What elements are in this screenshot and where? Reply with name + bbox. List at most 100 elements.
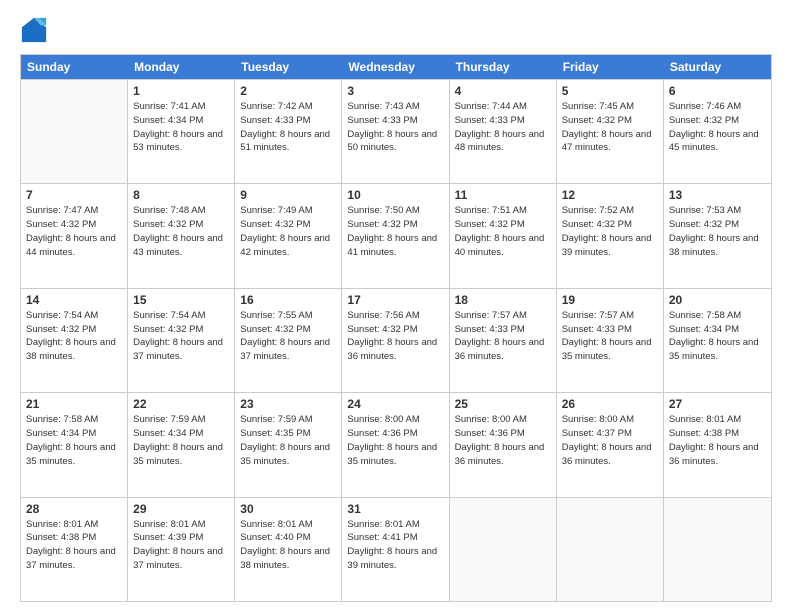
calendar-cell-17: 17 Sunrise: 7:56 AMSunset: 4:32 PMDayligh…: [342, 289, 449, 392]
day-number: 30: [240, 502, 336, 516]
day-info: Sunrise: 7:57 AMSunset: 4:33 PMDaylight:…: [455, 309, 551, 364]
calendar-cell-3: 3 Sunrise: 7:43 AMSunset: 4:33 PMDaylight…: [342, 80, 449, 183]
calendar-cell-2: 2 Sunrise: 7:42 AMSunset: 4:33 PMDaylight…: [235, 80, 342, 183]
calendar-cell-9: 9 Sunrise: 7:49 AMSunset: 4:32 PMDaylight…: [235, 184, 342, 287]
day-info: Sunrise: 7:50 AMSunset: 4:32 PMDaylight:…: [347, 204, 443, 259]
day-number: 7: [26, 188, 122, 202]
calendar-cell-13: 13 Sunrise: 7:53 AMSunset: 4:32 PMDayligh…: [664, 184, 771, 287]
day-number: 31: [347, 502, 443, 516]
calendar-row-0: 1 Sunrise: 7:41 AMSunset: 4:34 PMDaylight…: [21, 79, 771, 183]
calendar-body: 1 Sunrise: 7:41 AMSunset: 4:34 PMDaylight…: [21, 79, 771, 601]
calendar-cell-18: 18 Sunrise: 7:57 AMSunset: 4:33 PMDayligh…: [450, 289, 557, 392]
calendar-row-2: 14 Sunrise: 7:54 AMSunset: 4:32 PMDayligh…: [21, 288, 771, 392]
day-number: 6: [669, 84, 766, 98]
logo-icon: [20, 16, 48, 44]
day-number: 13: [669, 188, 766, 202]
day-number: 14: [26, 293, 122, 307]
calendar-cell-25: 25Sunrise: 8:00 AMSunset: 4:36 PMDayligh…: [450, 393, 557, 496]
day-info: Sunrise: 7:54 AMSunset: 4:32 PMDaylight:…: [26, 309, 122, 364]
header-day-monday: Monday: [128, 55, 235, 79]
day-info: Sunrise: 7:47 AMSunset: 4:32 PMDaylight:…: [26, 204, 122, 259]
calendar-cell-5: 5 Sunrise: 7:45 AMSunset: 4:32 PMDaylight…: [557, 80, 664, 183]
day-info: Sunrise: 7:42 AMSunset: 4:33 PMDaylight:…: [240, 100, 336, 155]
day-info: Sunrise: 7:58 AMSunset: 4:34 PMDaylight:…: [26, 413, 122, 468]
calendar-cell-20: 20 Sunrise: 7:58 AMSunset: 4:34 PMDayligh…: [664, 289, 771, 392]
day-info: Sunrise: 8:01 AMSunset: 4:38 PMDaylight:…: [669, 413, 766, 468]
calendar: SundayMondayTuesdayWednesdayThursdayFrid…: [20, 54, 772, 602]
day-info: Sunrise: 7:54 AMSunset: 4:32 PMDaylight:…: [133, 309, 229, 364]
day-info: Sunrise: 7:59 AMSunset: 4:34 PMDaylight:…: [133, 413, 229, 468]
calendar-cell-26: 26Sunrise: 8:00 AMSunset: 4:37 PMDayligh…: [557, 393, 664, 496]
header-day-tuesday: Tuesday: [235, 55, 342, 79]
calendar-cell-empty-4: [450, 498, 557, 601]
calendar-cell-empty-5: [557, 498, 664, 601]
calendar-row-1: 7 Sunrise: 7:47 AMSunset: 4:32 PMDaylight…: [21, 183, 771, 287]
calendar-cell-23: 23Sunrise: 7:59 AMSunset: 4:35 PMDayligh…: [235, 393, 342, 496]
day-number: 16: [240, 293, 336, 307]
day-info: Sunrise: 7:48 AMSunset: 4:32 PMDaylight:…: [133, 204, 229, 259]
day-info: Sunrise: 7:57 AMSunset: 4:33 PMDaylight:…: [562, 309, 658, 364]
header-day-thursday: Thursday: [450, 55, 557, 79]
day-number: 22: [133, 397, 229, 411]
calendar-cell-empty-6: [664, 498, 771, 601]
day-number: 10: [347, 188, 443, 202]
calendar-header: SundayMondayTuesdayWednesdayThursdayFrid…: [21, 55, 771, 79]
calendar-cell-19: 19 Sunrise: 7:57 AMSunset: 4:33 PMDayligh…: [557, 289, 664, 392]
day-number: 11: [455, 188, 551, 202]
day-info: Sunrise: 8:00 AMSunset: 4:37 PMDaylight:…: [562, 413, 658, 468]
calendar-cell-31: 31 Sunrise: 8:01 AMSunset: 4:41 PMDayligh…: [342, 498, 449, 601]
day-number: 3: [347, 84, 443, 98]
day-number: 18: [455, 293, 551, 307]
day-number: 21: [26, 397, 122, 411]
header-day-wednesday: Wednesday: [342, 55, 449, 79]
day-number: 1: [133, 84, 229, 98]
day-info: Sunrise: 8:00 AMSunset: 4:36 PMDaylight:…: [347, 413, 443, 468]
day-number: 20: [669, 293, 766, 307]
day-info: Sunrise: 7:44 AMSunset: 4:33 PMDaylight:…: [455, 100, 551, 155]
day-number: 28: [26, 502, 122, 516]
calendar-cell-24: 24 Sunrise: 8:00 AMSunset: 4:36 PMDayligh…: [342, 393, 449, 496]
day-number: 15: [133, 293, 229, 307]
day-info: Sunrise: 7:58 AMSunset: 4:34 PMDaylight:…: [669, 309, 766, 364]
page: SundayMondayTuesdayWednesdayThursdayFrid…: [0, 0, 792, 612]
day-info: Sunrise: 8:01 AMSunset: 4:39 PMDaylight:…: [133, 518, 229, 573]
day-info: Sunrise: 7:49 AMSunset: 4:32 PMDaylight:…: [240, 204, 336, 259]
day-info: Sunrise: 7:41 AMSunset: 4:34 PMDaylight:…: [133, 100, 229, 155]
calendar-cell-4: 4 Sunrise: 7:44 AMSunset: 4:33 PMDaylight…: [450, 80, 557, 183]
day-info: Sunrise: 7:45 AMSunset: 4:32 PMDaylight:…: [562, 100, 658, 155]
day-info: Sunrise: 7:46 AMSunset: 4:32 PMDaylight:…: [669, 100, 766, 155]
calendar-cell-1: 1 Sunrise: 7:41 AMSunset: 4:34 PMDaylight…: [128, 80, 235, 183]
logo: [20, 16, 52, 44]
calendar-cell-16: 16 Sunrise: 7:55 AMSunset: 4:32 PMDayligh…: [235, 289, 342, 392]
calendar-cell-29: 29 Sunrise: 8:01 AMSunset: 4:39 PMDayligh…: [128, 498, 235, 601]
day-info: Sunrise: 7:43 AMSunset: 4:33 PMDaylight:…: [347, 100, 443, 155]
calendar-cell-8: 8Sunrise: 7:48 AMSunset: 4:32 PMDaylight…: [128, 184, 235, 287]
calendar-cell-27: 27Sunrise: 8:01 AMSunset: 4:38 PMDayligh…: [664, 393, 771, 496]
day-info: Sunrise: 8:01 AMSunset: 4:41 PMDaylight:…: [347, 518, 443, 573]
header: [20, 16, 772, 44]
calendar-cell-empty-0: [21, 80, 128, 183]
day-number: 12: [562, 188, 658, 202]
calendar-cell-22: 22 Sunrise: 7:59 AMSunset: 4:34 PMDayligh…: [128, 393, 235, 496]
day-number: 24: [347, 397, 443, 411]
calendar-cell-6: 6 Sunrise: 7:46 AMSunset: 4:32 PMDaylight…: [664, 80, 771, 183]
day-number: 19: [562, 293, 658, 307]
day-info: Sunrise: 7:53 AMSunset: 4:32 PMDaylight:…: [669, 204, 766, 259]
day-info: Sunrise: 7:55 AMSunset: 4:32 PMDaylight:…: [240, 309, 336, 364]
calendar-cell-10: 10 Sunrise: 7:50 AMSunset: 4:32 PMDayligh…: [342, 184, 449, 287]
day-info: Sunrise: 8:00 AMSunset: 4:36 PMDaylight:…: [455, 413, 551, 468]
calendar-cell-21: 21 Sunrise: 7:58 AMSunset: 4:34 PMDayligh…: [21, 393, 128, 496]
day-number: 17: [347, 293, 443, 307]
day-info: Sunrise: 7:51 AMSunset: 4:32 PMDaylight:…: [455, 204, 551, 259]
day-number: 29: [133, 502, 229, 516]
day-info: Sunrise: 7:52 AMSunset: 4:32 PMDaylight:…: [562, 204, 658, 259]
day-number: 4: [455, 84, 551, 98]
day-number: 23: [240, 397, 336, 411]
calendar-row-3: 21 Sunrise: 7:58 AMSunset: 4:34 PMDayligh…: [21, 392, 771, 496]
day-info: Sunrise: 8:01 AMSunset: 4:38 PMDaylight:…: [26, 518, 122, 573]
day-number: 9: [240, 188, 336, 202]
day-info: Sunrise: 7:56 AMSunset: 4:32 PMDaylight:…: [347, 309, 443, 364]
day-number: 5: [562, 84, 658, 98]
header-day-sunday: Sunday: [21, 55, 128, 79]
day-number: 2: [240, 84, 336, 98]
